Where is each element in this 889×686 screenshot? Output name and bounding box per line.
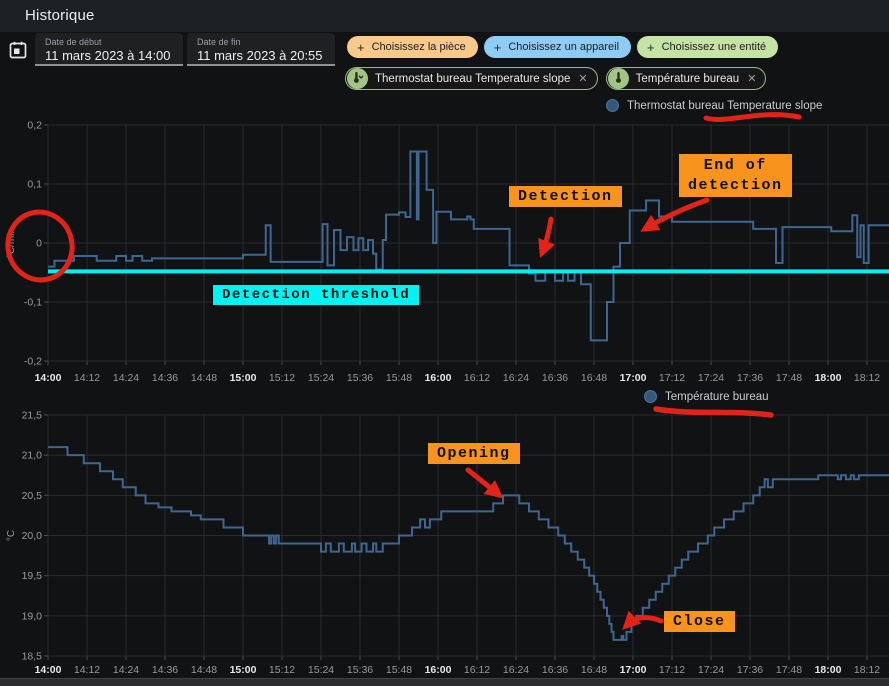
x-tick-label: 15:12 bbox=[269, 664, 295, 676]
x-tick-label: 15:48 bbox=[386, 664, 412, 676]
x-tick-label: 16:48 bbox=[581, 664, 607, 676]
history-page: Historique Date de début 11 mars 2023 à … bbox=[0, 0, 889, 686]
x-tick-label: 16:24 bbox=[503, 664, 529, 676]
x-tick-label: 18:00 bbox=[815, 664, 842, 676]
x-tick-label: 16:36 bbox=[542, 664, 568, 676]
x-tick-label: 18:12 bbox=[854, 664, 880, 676]
y-tick-label: 19,0 bbox=[22, 610, 43, 622]
legend-temperature[interactable]: Température bureau bbox=[644, 390, 769, 403]
x-tick-label: 15:36 bbox=[347, 664, 373, 676]
x-tick-label: 15:24 bbox=[308, 664, 334, 676]
x-tick-label: 14:24 bbox=[113, 664, 139, 676]
x-tick-label: 15:00 bbox=[230, 664, 257, 676]
x-tick-label: 17:00 bbox=[620, 664, 647, 676]
close-annotation: Close bbox=[664, 611, 735, 632]
x-tick-label: 14:00 bbox=[35, 664, 62, 676]
legend-temperature-slope[interactable]: Thermostat bureau Temperature slope bbox=[606, 99, 822, 112]
legend-dot-icon bbox=[644, 390, 657, 403]
x-tick-label: 17:48 bbox=[776, 664, 802, 676]
legend-dot-icon bbox=[606, 99, 619, 112]
y-tick-label: 21,0 bbox=[22, 450, 43, 462]
y-axis-unit-label: °C bbox=[6, 530, 17, 541]
legend-label: Thermostat bureau Temperature slope bbox=[627, 100, 822, 112]
x-tick-label: 17:24 bbox=[698, 664, 724, 676]
y-tick-label: 21,5 bbox=[22, 410, 43, 422]
horizontal-scrollbar[interactable] bbox=[0, 678, 889, 686]
x-tick-label: 17:36 bbox=[737, 664, 763, 676]
x-tick-label: 16:12 bbox=[464, 664, 490, 676]
x-tick-label: 14:12 bbox=[74, 664, 100, 676]
y-tick-label: 20,0 bbox=[22, 530, 43, 542]
legend-label: Température bureau bbox=[665, 391, 769, 403]
y-tick-label: 19,5 bbox=[22, 570, 43, 582]
opening-annotation: Opening bbox=[428, 443, 520, 464]
x-tick-label: 14:36 bbox=[152, 664, 178, 676]
detection-annotation: Detection bbox=[509, 186, 622, 207]
detection-threshold-annotation: Detection threshold bbox=[213, 285, 419, 305]
end-of-detection-annotation: End of detection bbox=[679, 154, 792, 197]
y-tick-label: 20,5 bbox=[22, 490, 43, 502]
x-tick-label: 17:12 bbox=[659, 664, 685, 676]
x-tick-label: 16:00 bbox=[425, 664, 452, 676]
series-line bbox=[48, 447, 889, 640]
y-tick-label: 18,5 bbox=[22, 651, 43, 663]
x-tick-label: 14:48 bbox=[191, 664, 217, 676]
